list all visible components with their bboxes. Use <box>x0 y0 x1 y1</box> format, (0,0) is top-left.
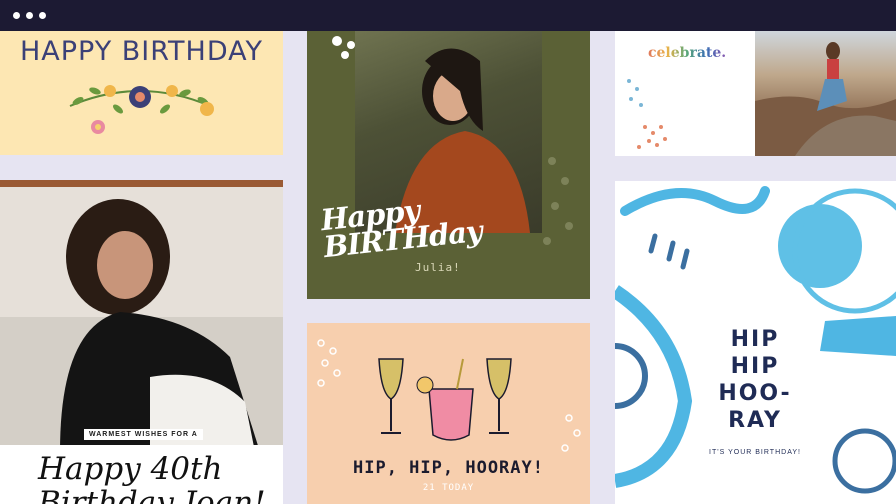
card-title: Happy 40th Birthday Joan! <box>38 451 266 504</box>
template-card-joan-40th[interactable]: WARMEST WISHES FOR A Happy 40th Birthday… <box>0 180 283 504</box>
card-title: HIP, HIP, HOORAY! <box>353 458 544 478</box>
person-on-rock-icon <box>755 42 896 156</box>
card-subtitle: IT'S YOUR BIRTHDAY! <box>709 449 801 456</box>
template-card-happy-birthday-floral[interactable]: HAPPY BIRTHDAY <box>0 31 283 155</box>
accent-strip <box>0 180 283 187</box>
template-card-celebrate[interactable]: celebrate. <box>615 31 896 156</box>
dot-icon <box>13 12 20 19</box>
floral-garland-icon <box>69 85 214 134</box>
window-controls-icon[interactable] <box>13 12 46 19</box>
confetti-dots-icon <box>627 79 667 149</box>
template-card-hip-hip-hooray-blue[interactable]: HIP HIP HOO- RAY IT'S YOUR BIRTHDAY! <box>615 181 896 504</box>
card-subtitle: 21 TODAY <box>422 483 475 493</box>
cliff-photo <box>755 31 896 156</box>
dot-icon <box>39 12 46 19</box>
window-titlebar <box>0 0 896 31</box>
card-name: Julia! <box>415 261 461 274</box>
template-card-hip-hip-hooray-peach[interactable]: HIP, HIP, HOORAY! 21 TODAY <box>307 323 590 504</box>
card-title: HIP HIP HOO- RAY <box>718 327 792 433</box>
woman-portrait-icon <box>0 187 283 452</box>
template-card-julia-photo[interactable]: Happy BIRTHday Julia! <box>307 31 590 299</box>
dot-icon <box>26 12 33 19</box>
card-tag: WARMEST WISHES FOR A <box>84 429 203 440</box>
